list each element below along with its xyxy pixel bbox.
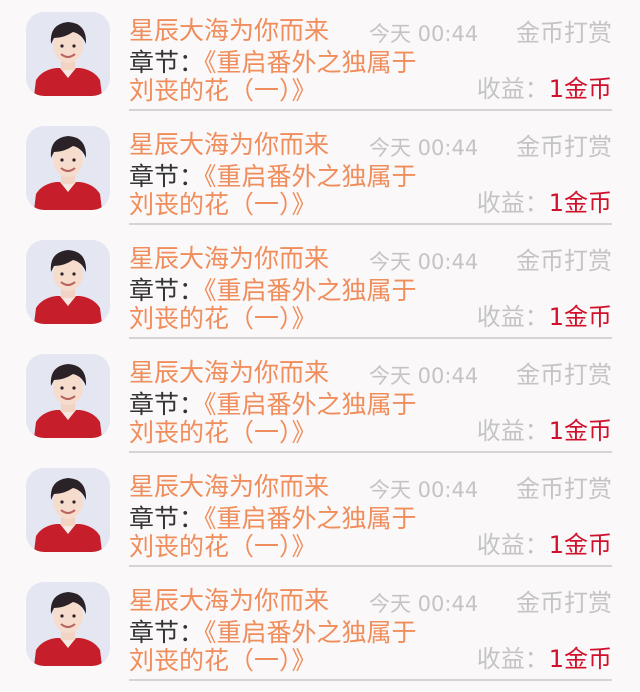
reward-type-label: 金币打赏: [516, 361, 612, 389]
chapter-title-link-continued[interactable]: 刘丧的花（一）》: [129, 76, 317, 106]
income-label: 收益：: [476, 645, 549, 673]
income: 收益：1金币: [477, 416, 612, 446]
income: 收益：1金币: [477, 74, 612, 104]
income-label: 收益：: [476, 303, 549, 331]
chapter-label: 章节：: [129, 48, 205, 77]
chapter-title-link[interactable]: 《重启番外之独属于: [204, 162, 417, 191]
chapter-line: 章节：《重启番外之独属于: [129, 618, 417, 648]
avatar[interactable]: [26, 468, 110, 552]
reward-type-label: 金币打赏: [516, 247, 612, 275]
avatar[interactable]: [26, 582, 110, 666]
avatar-portrait-icon: [26, 582, 110, 666]
avatar[interactable]: [26, 12, 110, 96]
income: 收益：1金币: [477, 302, 612, 332]
chapter-label: 章节：: [129, 276, 205, 305]
income-value: 1金币: [548, 645, 612, 673]
divider: [129, 679, 612, 681]
list-item[interactable]: 星辰大海为你而来 今天 00:44 金币打赏 章节：《重启番外之独属于 刘丧的花…: [0, 0, 640, 114]
chapter-line: 章节：《重启番外之独属于: [129, 504, 417, 534]
chapter-title-link-continued[interactable]: 刘丧的花（一）》: [129, 190, 317, 220]
chapter-title-link-continued[interactable]: 刘丧的花（一）》: [129, 532, 317, 562]
reward-type-label: 金币打赏: [516, 589, 612, 617]
list-item[interactable]: 星辰大海为你而来 今天 00:44 金币打赏 章节：《重启番外之独属于 刘丧的花…: [0, 342, 640, 456]
divider: [129, 337, 612, 339]
reward-list: 星辰大海为你而来 今天 00:44 金币打赏 章节：《重启番外之独属于 刘丧的花…: [0, 0, 640, 692]
avatar-portrait-icon: [26, 354, 110, 438]
username[interactable]: 星辰大海为你而来: [129, 16, 329, 46]
avatar[interactable]: [26, 240, 110, 324]
list-item[interactable]: 星辰大海为你而来 今天 00:44 金币打赏 章节：《重启番外之独属于 刘丧的花…: [0, 114, 640, 228]
income: 收益：1金币: [477, 644, 612, 674]
divider: [129, 109, 612, 111]
divider: [129, 451, 612, 453]
chapter-title-link[interactable]: 《重启番外之独属于: [204, 390, 417, 419]
username[interactable]: 星辰大海为你而来: [129, 358, 329, 388]
avatar-portrait-icon: [26, 12, 110, 96]
chapter-line: 章节：《重启番外之独属于: [129, 390, 417, 420]
timestamp: 今天 00:44: [369, 250, 479, 274]
chapter-label: 章节：: [129, 390, 205, 419]
income-value: 1金币: [548, 75, 612, 103]
income-value: 1金币: [548, 303, 612, 331]
chapter-title-link[interactable]: 《重启番外之独属于: [204, 276, 417, 305]
income: 收益：1金币: [477, 188, 612, 218]
divider: [129, 565, 612, 567]
chapter-label: 章节：: [129, 162, 205, 191]
username[interactable]: 星辰大海为你而来: [129, 586, 329, 616]
chapter-line: 章节：《重启番外之独属于: [129, 162, 417, 192]
list-item[interactable]: 星辰大海为你而来 今天 00:44 金币打赏 章节：《重启番外之独属于 刘丧的花…: [0, 228, 640, 342]
chapter-line: 章节：《重启番外之独属于: [129, 48, 417, 78]
chapter-label: 章节：: [129, 504, 205, 533]
avatar[interactable]: [26, 126, 110, 210]
chapter-title-link[interactable]: 《重启番外之独属于: [204, 48, 417, 77]
chapter-title-link-continued[interactable]: 刘丧的花（一）》: [129, 646, 317, 676]
timestamp: 今天 00:44: [369, 364, 479, 388]
chapter-title-link[interactable]: 《重启番外之独属于: [204, 618, 417, 647]
timestamp: 今天 00:44: [369, 22, 479, 46]
income-label: 收益：: [476, 75, 549, 103]
chapter-line: 章节：《重启番外之独属于: [129, 276, 417, 306]
chapter-title-link-continued[interactable]: 刘丧的花（一）》: [129, 304, 317, 334]
income-label: 收益：: [476, 531, 549, 559]
timestamp: 今天 00:44: [369, 592, 479, 616]
income: 收益：1金币: [477, 530, 612, 560]
username[interactable]: 星辰大海为你而来: [129, 472, 329, 502]
list-item[interactable]: 星辰大海为你而来 今天 00:44 金币打赏 章节：《重启番外之独属于 刘丧的花…: [0, 456, 640, 570]
avatar-portrait-icon: [26, 126, 110, 210]
chapter-title-link[interactable]: 《重启番外之独属于: [204, 504, 417, 533]
income-value: 1金币: [548, 189, 612, 217]
chapter-title-link-continued[interactable]: 刘丧的花（一）》: [129, 418, 317, 448]
timestamp: 今天 00:44: [369, 136, 479, 160]
avatar-portrait-icon: [26, 240, 110, 324]
avatar[interactable]: [26, 354, 110, 438]
timestamp: 今天 00:44: [369, 478, 479, 502]
chapter-label: 章节：: [129, 618, 205, 647]
income-value: 1金币: [548, 417, 612, 445]
avatar-portrait-icon: [26, 468, 110, 552]
income-label: 收益：: [476, 189, 549, 217]
reward-type-label: 金币打赏: [516, 475, 612, 503]
username[interactable]: 星辰大海为你而来: [129, 244, 329, 274]
reward-type-label: 金币打赏: [516, 133, 612, 161]
income-value: 1金币: [548, 531, 612, 559]
reward-type-label: 金币打赏: [516, 19, 612, 47]
divider: [129, 223, 612, 225]
username[interactable]: 星辰大海为你而来: [129, 130, 329, 160]
list-item[interactable]: 星辰大海为你而来 今天 00:44 金币打赏 章节：《重启番外之独属于 刘丧的花…: [0, 570, 640, 684]
income-label: 收益：: [476, 417, 549, 445]
